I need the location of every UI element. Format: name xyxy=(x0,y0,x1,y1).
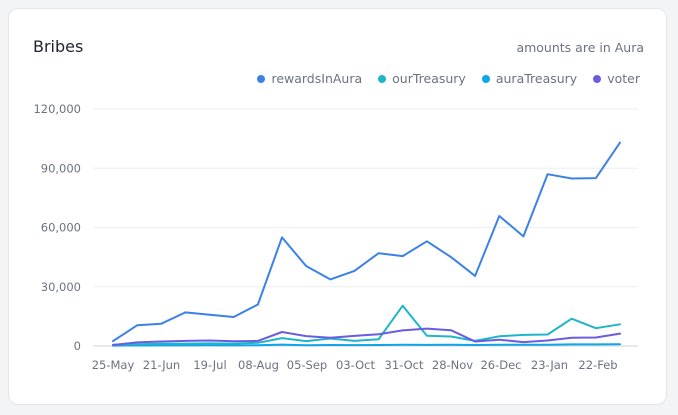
line-chart: 0 30,000 60,000 90,000 120,000 25-May 21-Jun 19… xyxy=(33,102,638,372)
x-tick-label: 05-Sep xyxy=(287,358,327,372)
x-tick-label: 19-Jul xyxy=(193,358,226,372)
x-tick-label: 26-Dec xyxy=(480,358,521,372)
series-line-rewardsInAura[interactable] xyxy=(112,141,621,343)
x-tick-label: 25-May xyxy=(92,358,135,372)
x-tick-label: 23-Jan xyxy=(531,358,568,372)
x-tick-label: 08-Aug xyxy=(238,358,279,372)
y-tick-label: 30,000 xyxy=(41,280,81,294)
y-tick-label: 120,000 xyxy=(33,102,81,116)
y-tick-label: 0 xyxy=(74,339,81,353)
series-line-ourTreasury[interactable] xyxy=(112,304,621,346)
y-tick-label: 60,000 xyxy=(41,221,81,235)
series-line-voter[interactable] xyxy=(112,327,621,346)
x-tick-label: 28-Nov xyxy=(432,358,473,372)
x-tick-label: 21-Jun xyxy=(143,358,180,372)
y-tick-label: 90,000 xyxy=(41,161,81,175)
x-tick-label: 31-Oct xyxy=(385,358,424,372)
x-tick-label: 03-Oct xyxy=(336,358,375,372)
x-tick-label: 22-Feb xyxy=(578,358,617,372)
